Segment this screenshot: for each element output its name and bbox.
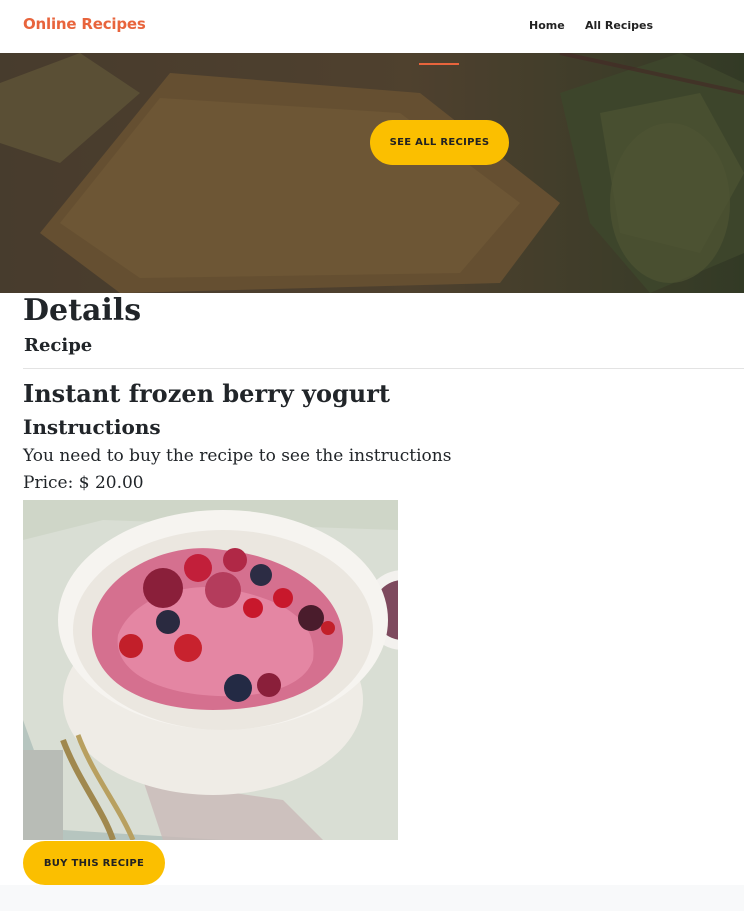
- instructions-text: You need to buy the recipe to see the in…: [23, 446, 452, 466]
- buy-recipe-button[interactable]: BUY THIS RECIPE: [23, 841, 165, 885]
- hero-background-image: [0, 53, 744, 293]
- price-currency: $: [78, 473, 90, 493]
- price-value: 20.00: [94, 473, 144, 493]
- see-all-recipes-button[interactable]: SEE ALL RECIPES: [370, 120, 509, 165]
- price-label: Price:: [23, 473, 74, 493]
- recipe-photo: [23, 500, 398, 840]
- nav-link-all-recipes[interactable]: All Recipes: [585, 19, 653, 32]
- recipe-name: Instant frozen berry yogurt: [23, 379, 390, 408]
- navbar: Online Recipes Home All Recipes: [0, 0, 744, 53]
- page-subtitle: Recipe: [24, 335, 93, 356]
- brand-logo-link[interactable]: Online Recipes: [23, 15, 146, 33]
- footer: [0, 885, 744, 911]
- hero-divider: [419, 63, 459, 65]
- price: Price: $ 20.00: [23, 473, 144, 493]
- hero-banner: SEE ALL RECIPES: [0, 53, 744, 293]
- page-title: Details: [23, 293, 142, 328]
- nav-link-home[interactable]: Home: [529, 19, 565, 32]
- instructions-heading: Instructions: [23, 415, 161, 439]
- section-divider: [23, 368, 744, 369]
